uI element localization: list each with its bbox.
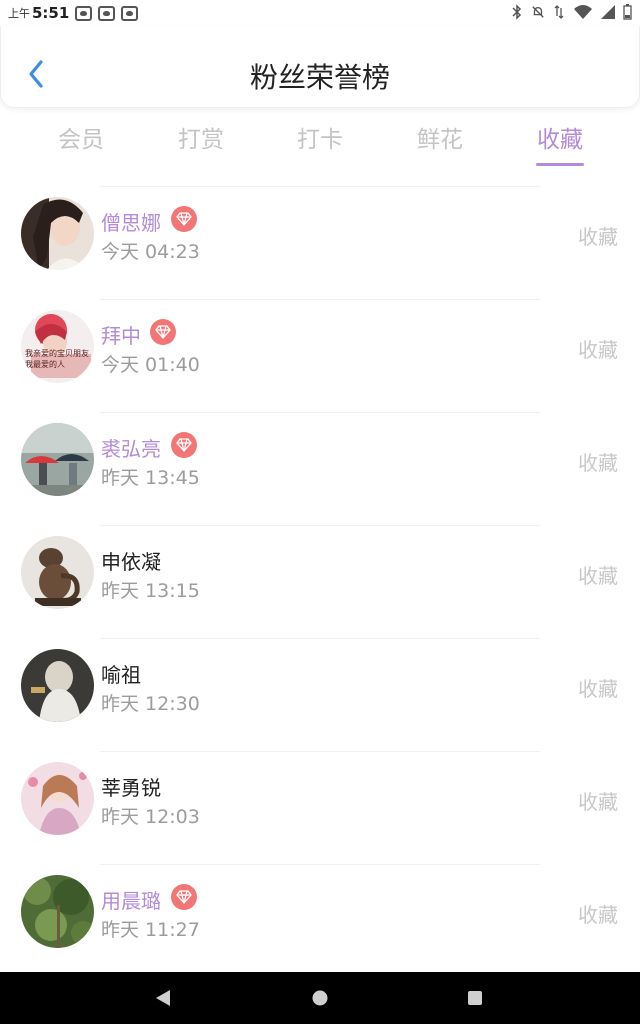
vip-badge-icon [171, 884, 197, 910]
row-divider [100, 186, 540, 187]
row-divider [100, 638, 540, 639]
list-item[interactable]: 用晨璐 昨天 11:27 收藏 [0, 864, 640, 977]
tab-member[interactable]: 会员 [31, 120, 131, 154]
list-item[interactable]: 僧思娜 今天 04:23 收藏 [0, 186, 640, 299]
row-divider [100, 864, 540, 865]
favorite-time: 昨天 13:15 [101, 580, 200, 602]
list-item[interactable]: 我亲爱的宝贝朋友 我最爱的人 拜中 今天 01:40 收藏 [0, 299, 640, 412]
paw-notification-icon [121, 5, 139, 21]
favorite-time: 昨天 11:27 [101, 919, 200, 941]
list-item[interactable]: 裘弘亮 昨天 13:45 收藏 [0, 412, 640, 525]
favorite-label: 收藏 [578, 903, 618, 927]
avatar[interactable]: 我亲爱的宝贝朋友 我最爱的人 [21, 310, 94, 383]
avatar-overlay-text: 我亲爱的宝贝朋友 我最爱的人 [25, 349, 89, 369]
tab-favorite[interactable]: 收藏 [510, 120, 610, 154]
mute-bell-icon [532, 6, 544, 18]
favorite-label: 收藏 [578, 225, 618, 249]
favorite-time: 今天 04:23 [101, 241, 200, 263]
nav-home-icon[interactable] [311, 988, 329, 1008]
active-tab-indicator [536, 163, 584, 166]
row-divider [100, 412, 540, 413]
favorite-label: 收藏 [578, 451, 618, 475]
row-divider [100, 299, 540, 300]
avatar[interactable] [21, 649, 94, 722]
data-arrows-icon [554, 5, 564, 19]
avatar[interactable] [21, 536, 94, 609]
signal-icon [601, 5, 615, 19]
favorite-time: 昨天 13:45 [101, 467, 200, 489]
bluetooth-icon [512, 4, 522, 20]
vip-badge-icon [171, 432, 197, 458]
vip-badge-icon [150, 319, 176, 345]
list-item[interactable]: 申依凝 昨天 13:15 收藏 [0, 525, 640, 638]
favorite-label: 收藏 [578, 564, 618, 588]
user-name: 拜中 [101, 324, 141, 348]
battery-icon [623, 4, 632, 20]
user-name: 申依凝 [101, 550, 161, 574]
user-name: 裘弘亮 [101, 437, 161, 461]
favorite-time: 昨天 12:30 [101, 693, 200, 715]
vip-badge-icon [171, 206, 197, 232]
row-divider [100, 525, 540, 526]
user-name: 僧思娜 [101, 211, 161, 235]
avatar[interactable] [21, 197, 94, 270]
avatar[interactable] [21, 423, 94, 496]
favorite-time: 今天 01:40 [101, 354, 200, 376]
fan-list: 僧思娜 今天 04:23 收藏 我亲爱的宝贝朋友 我最爱的人 拜中 今天 01:… [0, 186, 640, 977]
page-title: 粉丝荣誉榜 [249, 61, 390, 94]
favorite-time: 昨天 12:03 [101, 806, 200, 828]
avatar[interactable] [21, 762, 94, 835]
favorite-label: 收藏 [578, 790, 618, 814]
status-right [510, 4, 632, 20]
user-name: 莘勇锐 [101, 776, 161, 800]
row-divider [100, 751, 540, 752]
tab-bar: 会员 打赏 打卡 鲜花 收藏 [0, 108, 640, 168]
header: 粉丝荣誉榜 [0, 26, 640, 108]
status-bar: 上午 5:51 [0, 0, 640, 26]
paw-notification-icon [75, 5, 93, 21]
favorite-label: 收藏 [578, 677, 618, 701]
status-ampm: 上午 [8, 7, 30, 20]
paw-notification-icon [98, 5, 116, 21]
tab-checkin[interactable]: 打卡 [270, 120, 370, 154]
favorite-label: 收藏 [578, 338, 618, 362]
nav-back-icon[interactable] [154, 988, 172, 1008]
user-name: 用晨璐 [101, 889, 161, 913]
system-nav-bar [0, 972, 640, 1024]
wifi-icon [574, 5, 592, 19]
avatar[interactable] [21, 875, 94, 948]
nav-recents-icon[interactable] [466, 988, 484, 1008]
user-name: 喻祖 [101, 663, 141, 687]
list-item[interactable]: 喻祖 昨天 12:30 收藏 [0, 638, 640, 751]
tab-flower[interactable]: 鲜花 [390, 120, 490, 154]
tab-tip[interactable]: 打赏 [151, 120, 251, 154]
status-time: 5:51 [32, 4, 70, 22]
list-item[interactable]: 莘勇锐 昨天 12:03 收藏 [0, 751, 640, 864]
status-left: 上午 5:51 [8, 4, 139, 22]
